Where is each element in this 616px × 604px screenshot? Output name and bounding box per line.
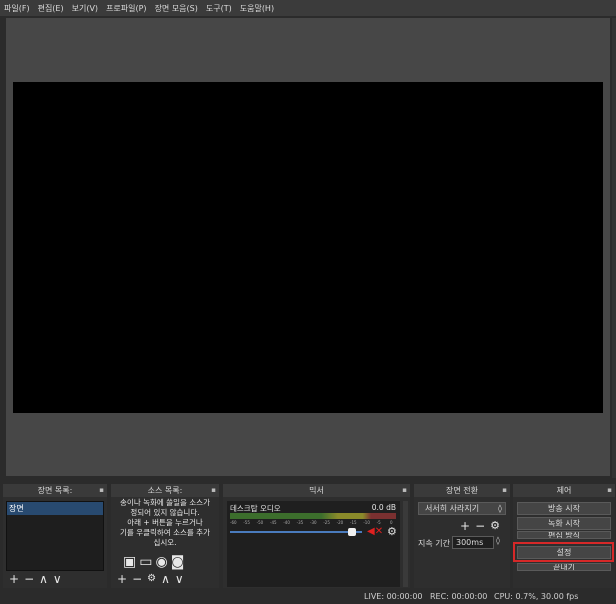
menu-profile[interactable]: 프로파일(P) xyxy=(106,3,147,14)
scene-item[interactable]: 장면 xyxy=(7,502,103,515)
mixer-panel: 데스크탑 오디오 0.0 dB -60 -55 -50 -45 -40 -35 -30 -25… xyxy=(227,501,400,587)
duration-value: 300ms xyxy=(456,538,484,547)
add-transition-button[interactable]: + xyxy=(460,520,470,532)
add-source-button[interactable]: + xyxy=(117,573,127,585)
chevron-updown-icon: ◊ xyxy=(498,504,502,513)
scenes-title: 장면 목록: xyxy=(37,486,73,495)
sources-message-line: 기를 우클릭하여 소스를 추가 xyxy=(120,528,210,537)
studio-mode-button[interactable]: 편집 방식 xyxy=(517,531,611,539)
menu-view[interactable]: 보기(V) xyxy=(72,3,98,14)
source-properties-button[interactable]: ⚙ xyxy=(147,573,156,585)
meter-tick-label: -40 xyxy=(283,520,290,525)
remove-transition-button[interactable]: − xyxy=(475,520,485,532)
rec-status: REC: 00:00:00 xyxy=(430,592,488,601)
monitor-icon: ▭ xyxy=(139,554,153,570)
meter-tick-label: -30 xyxy=(310,520,317,525)
sources-message-line: 아래 + 버튼을 누르거나 xyxy=(127,518,203,527)
mixer-scrollbar[interactable] xyxy=(403,501,408,587)
move-source-up-button[interactable]: ∧ xyxy=(161,573,170,585)
meter-tick-label: -60 xyxy=(230,520,237,525)
settings-highlight-box xyxy=(513,542,614,562)
menu-tools[interactable]: 도구(T) xyxy=(206,3,232,14)
menu-file[interactable]: 파일(F) xyxy=(4,3,30,14)
move-scene-down-button[interactable]: ∨ xyxy=(53,573,62,585)
start-streaming-button[interactable]: 방송 시작 xyxy=(517,502,611,515)
transition-type-select[interactable]: 서서히 사라지기 ◊ xyxy=(418,502,506,515)
mixer-dock-title: 믹서 ▪ xyxy=(223,484,410,497)
controls-dock: 제어 ▪ 방송 시작 녹화 시작 편집 방식 설정 끝내기 xyxy=(513,484,615,588)
image-icon: ▣ xyxy=(123,554,137,570)
meter-tick-label: -15 xyxy=(350,520,357,525)
sources-empty-message: 송이나 녹화에 쓸일을 소스가 정되어 있지 않습니다. 아래 + 버튼을 누르… xyxy=(115,498,215,548)
float-icon[interactable]: ▪ xyxy=(607,484,612,497)
menu-scene-collection[interactable]: 장면 모음(S) xyxy=(155,3,198,14)
transitions-dock-title: 장면 전환 ▪ xyxy=(414,484,510,497)
sources-message-line: 정되어 있지 않습니다. xyxy=(130,508,200,517)
float-icon[interactable]: ▪ xyxy=(99,484,104,497)
sources-message-line: 송이나 녹화에 쓸일을 소스가 xyxy=(120,498,210,507)
menu-edit[interactable]: 편집(E) xyxy=(38,3,64,14)
transitions-dock: 장면 전환 ▪ 서서히 사라지기 ◊ + − ⚙ 지속 기간 300ms ◊ xyxy=(414,484,510,588)
menu-help[interactable]: 도움말(H) xyxy=(240,3,274,14)
menu-bar: 파일(F) 편집(E) 보기(V) 프로파일(P) 장면 모음(S) 도구(T)… xyxy=(0,0,616,16)
volume-slider[interactable] xyxy=(230,528,362,536)
camera-icon: ◙ xyxy=(170,554,185,570)
duration-spinner[interactable]: ◊ xyxy=(496,536,500,545)
meter-tick-label: -50 xyxy=(256,520,264,525)
transition-type-value: 서서히 사라지기 xyxy=(425,504,480,513)
dock-area: 장면 목록: ▪ 장면 + − ∧ ∨ 소스 목록: ▪ 송이나 녹화에 쓸일을… xyxy=(0,480,616,590)
transition-toolbar: + − ⚙ xyxy=(460,520,500,533)
transitions-title: 장면 전환 xyxy=(446,486,478,495)
meter-tick-label: -45 xyxy=(270,520,277,525)
scenes-list[interactable]: 장면 xyxy=(6,501,104,571)
meter-tick-label: -10 xyxy=(363,520,370,525)
speaker-muted-icon[interactable]: ◀✕ xyxy=(367,526,383,537)
sources-dock: 소스 목록: ▪ 송이나 녹화에 쓸일을 소스가 정되어 있지 않습니다. 아래… xyxy=(111,484,219,588)
scenes-toolbar: + − ∧ ∨ xyxy=(9,573,62,585)
source-type-icons: ▣ ▭ ◉ ◙ xyxy=(123,554,184,570)
sources-message-line: 십시오. xyxy=(153,538,177,547)
gear-icon[interactable]: ⚙ xyxy=(387,525,397,538)
live-status: LIVE: 00:00:00 xyxy=(364,592,423,601)
track-db-value: 0.0 dB xyxy=(371,503,396,512)
preview-area xyxy=(6,18,610,476)
globe-icon: ◉ xyxy=(155,554,168,570)
mixer-dock: 믹서 ▪ 데스크탑 오디오 0.0 dB -60 -55 -50 -45 -40 -35-… xyxy=(223,484,410,588)
controls-title: 제어 xyxy=(556,486,572,495)
controls-dock-title: 제어 ▪ xyxy=(513,484,615,497)
meter-tick-label: -20 xyxy=(336,520,344,525)
exit-button[interactable]: 끝내기 xyxy=(517,563,611,571)
meter-tick-label: -25 xyxy=(323,520,330,525)
duration-label: 지속 기간 xyxy=(418,539,450,548)
move-source-down-button[interactable]: ∨ xyxy=(175,573,184,585)
volume-slider-handle[interactable] xyxy=(347,528,356,536)
meter-tick-label: -35 xyxy=(296,520,304,525)
meter-tick-label: -5 xyxy=(376,520,381,525)
right-edge-strip xyxy=(612,18,616,478)
cpu-status: CPU: 0.7%, 30.00 fps xyxy=(494,592,579,601)
sources-dock-title: 소스 목록: ▪ xyxy=(111,484,219,497)
status-bar: LIVE: 00:00:00 REC: 00:00:00 CPU: 0.7%, … xyxy=(0,590,616,604)
sources-toolbar: + − ⚙ ∧ ∨ xyxy=(117,573,184,585)
duration-input[interactable]: 300ms xyxy=(452,536,494,549)
mixer-title: 믹서 xyxy=(309,486,324,495)
scenes-dock-title: 장면 목록: ▪ xyxy=(3,484,107,497)
float-icon[interactable]: ▪ xyxy=(502,484,507,497)
remove-scene-button[interactable]: − xyxy=(24,573,34,585)
meter-tick-label: -55 xyxy=(243,520,250,525)
scenes-dock: 장면 목록: ▪ 장면 + − ∧ ∨ xyxy=(3,484,107,588)
preview-canvas[interactable] xyxy=(13,82,603,413)
start-recording-button[interactable]: 녹화 시작 xyxy=(517,517,611,530)
float-icon[interactable]: ▪ xyxy=(402,484,407,497)
sources-title: 소스 목록: xyxy=(147,486,183,495)
move-scene-up-button[interactable]: ∧ xyxy=(39,573,48,585)
float-icon[interactable]: ▪ xyxy=(211,484,216,497)
volume-meter xyxy=(230,516,396,519)
add-scene-button[interactable]: + xyxy=(9,573,19,585)
gear-icon[interactable]: ⚙ xyxy=(490,520,500,532)
remove-source-button[interactable]: − xyxy=(132,573,142,585)
